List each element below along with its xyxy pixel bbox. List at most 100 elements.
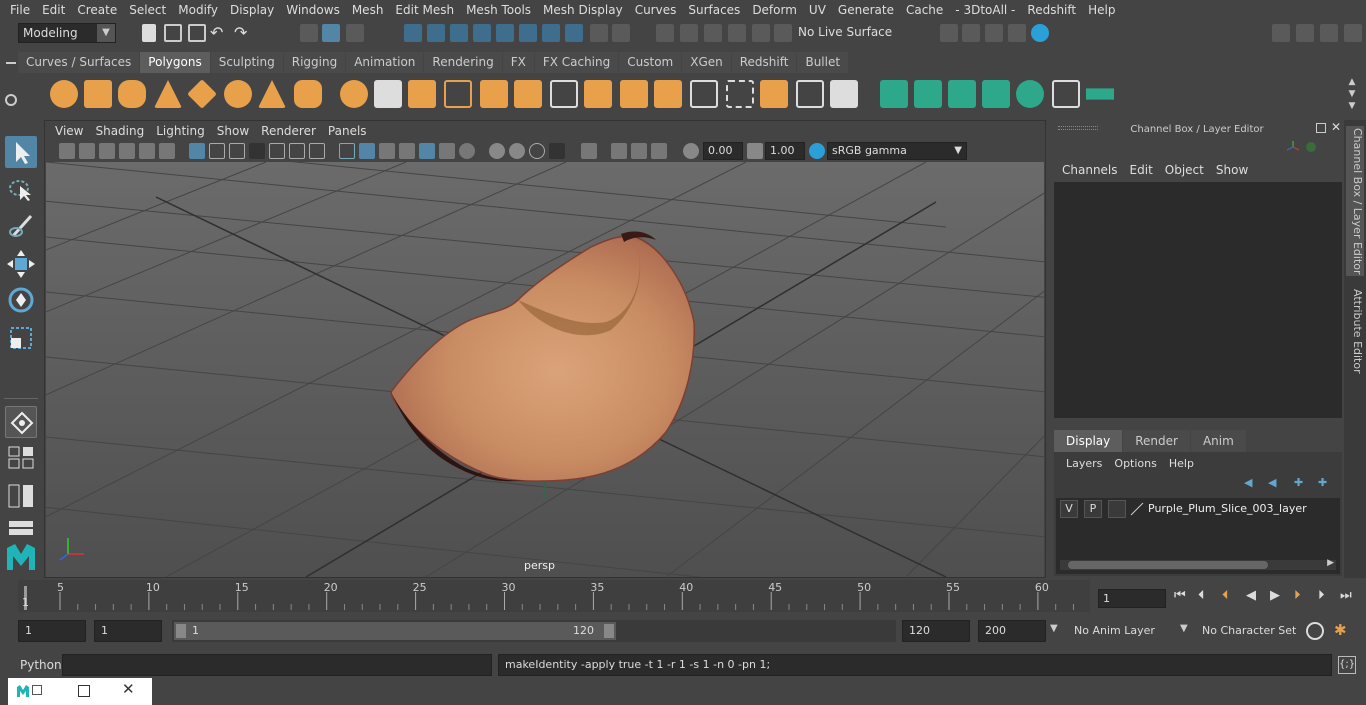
smooth-icon[interactable] <box>444 80 472 108</box>
channel-axis-icon[interactable] <box>1286 140 1300 154</box>
wireframe-icon[interactable] <box>339 143 355 159</box>
menu-windows[interactable]: Windows <box>280 0 346 20</box>
animation-end-field[interactable]: 200 <box>978 620 1046 642</box>
layer-type-toggle[interactable] <box>1108 500 1126 518</box>
menu-edit[interactable]: Edit <box>36 0 71 20</box>
range-handle-right[interactable] <box>604 624 614 638</box>
layer-menu-help[interactable]: Help <box>1163 454 1200 474</box>
script-editor-icon[interactable]: {;} <box>1338 656 1356 674</box>
panel-menu-renderer[interactable]: Renderer <box>255 124 322 138</box>
motion-blur-icon[interactable] <box>509 143 525 159</box>
live-mode-icon[interactable] <box>774 24 792 42</box>
current-frame-field[interactable]: 1 <box>1098 589 1166 608</box>
workspace-icon[interactable] <box>1272 24 1290 42</box>
mirror-icon[interactable] <box>408 80 436 108</box>
panel-menu-shading[interactable]: Shading <box>89 124 150 138</box>
snap-view-plane-icon[interactable] <box>473 24 491 42</box>
shelf-tab-rigging[interactable]: Rigging <box>283 52 346 73</box>
menu-display[interactable]: Display <box>224 0 280 20</box>
graph-layout-icon[interactable] <box>5 518 37 538</box>
select-by-hierarchy-icon[interactable] <box>300 24 318 42</box>
snap-vertex-icon[interactable] <box>519 24 537 42</box>
use-all-lights-icon[interactable] <box>439 143 455 159</box>
soft-select-icon[interactable] <box>704 24 722 42</box>
menu-file[interactable]: File <box>4 0 36 20</box>
twist-deformer-icon[interactable] <box>1016 80 1044 108</box>
rotate-tool-icon[interactable] <box>5 284 37 316</box>
gamma-icon[interactable] <box>747 143 763 159</box>
wire-deformer-icon[interactable] <box>1086 88 1114 100</box>
default-material-icon[interactable] <box>399 143 415 159</box>
channel-box-icon[interactable] <box>1344 24 1362 42</box>
render-view-icon[interactable] <box>940 24 958 42</box>
channel-menu-show[interactable]: Show <box>1210 160 1254 180</box>
menu-mesh-tools[interactable]: Mesh Tools <box>460 0 537 20</box>
shelf-tab-fx-caching[interactable]: FX Caching <box>534 52 619 73</box>
live-surface-field[interactable]: No Live Surface <box>794 23 902 43</box>
new-layer-icon[interactable]: ✚ <box>1294 476 1308 490</box>
hypershade-icon[interactable] <box>1031 24 1049 42</box>
menu-generate[interactable]: Generate <box>832 0 900 20</box>
step-back-icon[interactable]: ⏴ <box>1198 588 1205 603</box>
attribute-editor-icon[interactable] <box>1320 24 1338 42</box>
extrude-icon[interactable] <box>480 80 508 108</box>
shadows-icon[interactable] <box>459 143 475 159</box>
layer-tab-display[interactable]: Display <box>1054 430 1123 452</box>
xray-joints-icon[interactable] <box>631 143 647 159</box>
resolution-gate-icon[interactable] <box>229 143 245 159</box>
layer-tab-render[interactable]: Render <box>1123 430 1190 452</box>
go-to-end-icon[interactable]: ⏭ <box>1340 588 1352 603</box>
combine-icon[interactable] <box>340 80 368 108</box>
wireframe-on-shaded-icon[interactable] <box>379 143 395 159</box>
color-management-icon[interactable] <box>809 143 825 159</box>
layer-visibility-toggle[interactable]: V <box>1060 500 1078 518</box>
move-layer-down-icon[interactable]: ◀ <box>1268 476 1282 490</box>
menu-redshift[interactable]: Redshift <box>1021 0 1082 20</box>
grease-pencil-icon[interactable] <box>159 143 175 159</box>
grid-icon[interactable] <box>189 143 205 159</box>
float-icon[interactable] <box>1316 123 1326 133</box>
poly-cone-icon[interactable] <box>154 80 182 108</box>
poly-pyramid-icon[interactable] <box>258 80 286 108</box>
poly-cube-icon[interactable] <box>84 80 112 108</box>
shelf-tab-sculpting[interactable]: Sculpting <box>210 52 283 73</box>
safe-title-icon[interactable] <box>309 143 325 159</box>
panel-menu-view[interactable]: View <box>49 124 89 138</box>
camera-select-icon[interactable] <box>59 143 75 159</box>
planar-mapping-icon[interactable] <box>726 80 754 108</box>
layer-menu-layers[interactable]: Layers <box>1060 454 1108 474</box>
new-scene-icon[interactable] <box>142 24 156 42</box>
play-forwards-icon[interactable]: ▶ <box>1270 588 1280 603</box>
ipr-render-icon[interactable] <box>985 24 1003 42</box>
smooth-shade-icon[interactable] <box>359 143 375 159</box>
field-chart-icon[interactable] <box>269 143 285 159</box>
playback-end-field[interactable]: 120 <box>902 620 970 642</box>
insert-edge-loop-icon[interactable] <box>654 80 682 108</box>
render-current-icon[interactable] <box>962 24 980 42</box>
outliner-layout-icon[interactable] <box>5 482 37 510</box>
bend-deformer-icon[interactable] <box>914 80 942 108</box>
side-tab-channel-box[interactable]: Channel Box / Layer Editor <box>1346 126 1364 276</box>
menu-deform[interactable]: Deform <box>746 0 803 20</box>
uv-editor-icon[interactable] <box>830 80 858 108</box>
shelf-tab-xgen[interactable]: XGen <box>682 52 731 73</box>
channel-menu-edit[interactable]: Edit <box>1124 160 1159 180</box>
anti-aliasing-icon[interactable] <box>529 143 545 159</box>
range-handle-left[interactable] <box>176 624 186 638</box>
panel-menu-panels[interactable]: Panels <box>322 124 373 138</box>
reflection-icon[interactable] <box>728 24 746 42</box>
construction-history-icon[interactable] <box>656 24 674 42</box>
script-language-toggle[interactable]: Python <box>20 656 62 674</box>
gamma-field[interactable]: 1.00 <box>765 142 805 160</box>
animation-start-field[interactable]: 1 <box>18 620 86 642</box>
scale-tool-icon[interactable] <box>5 322 37 354</box>
layer-scrollbar[interactable]: ▶ <box>1060 558 1336 570</box>
drag-handle[interactable] <box>1058 126 1098 130</box>
poly-sphere-icon[interactable] <box>50 80 78 108</box>
range-slider-thumb[interactable]: 1 120 <box>174 622 616 640</box>
shelf-tab-rendering[interactable]: Rendering <box>424 52 502 73</box>
snap-point-icon[interactable] <box>450 24 468 42</box>
save-scene-icon[interactable] <box>188 24 206 42</box>
chevron-down-icon[interactable]: ▼ <box>1180 623 1188 634</box>
snap-pivot-icon[interactable] <box>542 24 560 42</box>
